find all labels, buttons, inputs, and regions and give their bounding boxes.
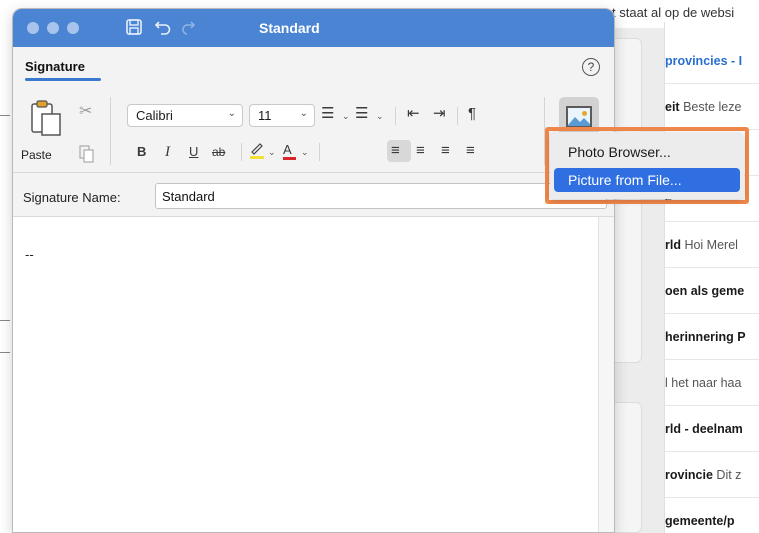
bullets-icon[interactable]: ☰	[321, 105, 334, 123]
mail-row-sender: oen als geme	[665, 284, 745, 298]
redo-icon[interactable]	[181, 18, 199, 40]
font-color-icon[interactable]: A	[283, 141, 296, 160]
font-name-value: Calibri	[136, 108, 173, 123]
chevron-down-icon: ⌄	[299, 108, 308, 119]
mail-row-sender: eit	[665, 100, 680, 114]
close-window-button[interactable]	[27, 22, 39, 34]
highlight-icon[interactable]	[249, 141, 265, 164]
chevron-down-icon[interactable]: ⌄	[342, 111, 350, 122]
menu-item-photo-browser[interactable]: Photo Browser...	[554, 140, 740, 164]
background-divider	[0, 115, 10, 116]
mail-list-row[interactable]: herinnering P	[665, 314, 759, 360]
mail-list: provincies - I eit Beste leze er e rld H…	[664, 22, 759, 533]
strikethrough-icon[interactable]: ab	[212, 143, 225, 161]
chevron-down-icon[interactable]: ⌄	[376, 111, 384, 122]
tab-signature[interactable]: Signature	[25, 59, 85, 74]
background-divider	[0, 320, 10, 321]
mail-list-row[interactable]: provincies - I	[665, 38, 759, 84]
mail-list-row[interactable]: rld Hoi Merel	[665, 222, 759, 268]
font-size-select[interactable]: 11 ⌄	[249, 104, 315, 127]
ribbon: Signature ? Paste ✂ Calibri ⌄ 11 ⌄ ☰ ⌄ ☰	[13, 47, 614, 173]
editor-scrollbar[interactable]	[598, 217, 614, 532]
font-name-select[interactable]: Calibri ⌄	[127, 104, 243, 127]
chevron-down-icon[interactable]: ⌄	[301, 147, 309, 158]
bold-icon[interactable]: B	[137, 143, 146, 161]
save-icon[interactable]	[125, 18, 143, 40]
mail-row-preview: Dit z	[712, 468, 742, 482]
underline-icon[interactable]: U	[189, 143, 198, 161]
mail-row-sender: rovincie	[665, 468, 713, 482]
ribbon-separator	[110, 97, 111, 165]
mail-row-preview: Beste leze	[679, 100, 742, 114]
tab-active-indicator	[25, 78, 101, 81]
ribbon-separator	[395, 107, 396, 125]
mail-row-sender: rld - deelnam	[665, 422, 743, 436]
minimize-window-button[interactable]	[47, 22, 59, 34]
paste-icon[interactable]	[29, 99, 63, 137]
chevron-down-icon[interactable]: ⌄	[268, 147, 276, 158]
mail-row-preview: l het naar haa	[665, 376, 742, 390]
mail-list-row[interactable]: eit Beste leze	[665, 84, 759, 130]
window-title: Standard	[259, 20, 320, 36]
picture-icon	[566, 106, 592, 127]
signature-name-row: Signature Name: Standard	[13, 173, 614, 217]
decrease-indent-icon[interactable]: ⇤	[407, 105, 420, 123]
increase-indent-icon[interactable]: ⇥	[433, 105, 446, 123]
copy-icon[interactable]	[79, 145, 95, 167]
signature-editor-text: --	[25, 247, 34, 262]
chevron-down-icon: ⌄	[227, 108, 236, 119]
mail-row-sender: gemeente/p	[665, 514, 735, 528]
paste-button-label[interactable]: Paste	[21, 148, 52, 162]
undo-icon[interactable]	[154, 18, 172, 40]
signature-name-label: Signature Name:	[23, 190, 121, 205]
ribbon-separator	[241, 143, 242, 161]
mail-row-subject: provincies - I	[665, 54, 743, 68]
ribbon-separator	[457, 107, 458, 125]
background-divider	[0, 352, 10, 353]
insert-picture-menu: Photo Browser... Picture from File...	[550, 132, 744, 199]
font-size-value: 11	[258, 108, 272, 123]
mail-row-preview: Hoi Merel	[680, 238, 738, 252]
signature-window: Standard Signature ? Paste ✂ Calibri ⌄ 1…	[12, 8, 615, 533]
align-right-icon[interactable]: ≡	[441, 142, 450, 160]
mail-list-row[interactable]: oen als geme	[665, 268, 759, 314]
signature-name-field[interactable]: Standard	[155, 183, 607, 209]
ribbon-separator	[319, 143, 320, 161]
align-left-icon[interactable]: ≡	[391, 142, 400, 160]
numbering-icon[interactable]: ☰	[355, 105, 368, 123]
mail-list-row[interactable]: rovincie Dit z	[665, 452, 759, 498]
align-center-icon[interactable]: ≡	[416, 142, 425, 160]
zoom-window-button[interactable]	[67, 22, 79, 34]
paragraph-marks-icon[interactable]: ¶	[468, 105, 476, 123]
justify-icon[interactable]: ≡	[466, 142, 475, 160]
mail-list-row[interactable]: gemeente/p	[665, 498, 759, 533]
mail-list-row[interactable]: l het naar haa	[665, 360, 759, 406]
italic-icon[interactable]: I	[165, 143, 170, 161]
background-top-text: t staat al op de websi	[612, 5, 735, 20]
help-icon[interactable]: ?	[582, 58, 600, 76]
window-titlebar[interactable]: Standard	[13, 9, 614, 47]
mail-row-sender: rld	[665, 238, 681, 252]
mail-row-sender: herinnering P	[665, 330, 746, 344]
cut-icon[interactable]: ✂	[79, 101, 92, 121]
menu-item-picture-from-file[interactable]: Picture from File...	[554, 168, 740, 192]
mail-list-row[interactable]: rld - deelnam	[665, 406, 759, 452]
signature-editor[interactable]: --	[13, 217, 598, 532]
